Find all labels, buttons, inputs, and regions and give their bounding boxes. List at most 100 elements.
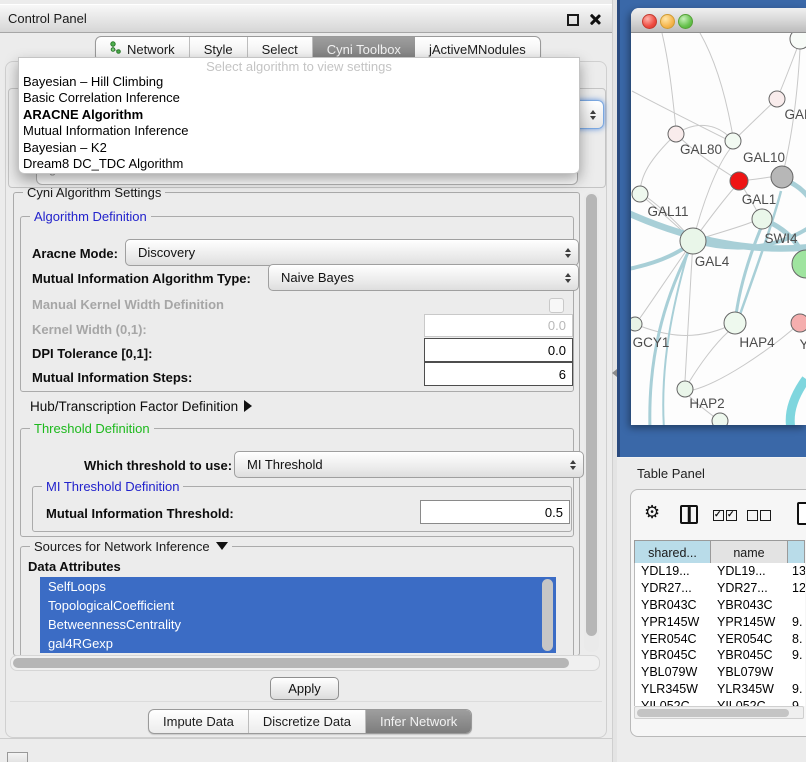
table-window: ⚙ shared...name YDL19...YDL19...13YDR27.… xyxy=(630,489,806,737)
minimize-traffic-light-icon[interactable] xyxy=(660,14,675,29)
node-swi4[interactable] xyxy=(792,250,806,278)
column-header-name[interactable]: name xyxy=(711,541,788,564)
table-row[interactable]: YLR345WYLR345W9. xyxy=(635,681,805,698)
network-canvas[interactable]: GAL80GAL10GALGAL11GAL1SWI4GAL4GCY1HAP4YH… xyxy=(631,33,806,425)
table-cell: 9. xyxy=(788,615,805,629)
table-row[interactable]: YIL052CYIL052C9 xyxy=(635,697,805,706)
columns-icon[interactable] xyxy=(680,505,698,524)
tab-infer-network[interactable]: Infer Network xyxy=(366,710,471,733)
apply-button[interactable]: Apply xyxy=(270,677,339,700)
select-all-icon[interactable] xyxy=(713,510,724,521)
data-attributes-label: Data Attributes xyxy=(28,559,121,574)
node-green-top[interactable] xyxy=(725,133,741,149)
list-scrollbar[interactable] xyxy=(542,579,553,651)
node-hap2[interactable] xyxy=(677,381,693,397)
mi-threshold-group-title: MI Threshold Definition xyxy=(42,479,183,494)
list-item-topologicalcoefficient[interactable]: TopologicalCoefficient xyxy=(40,596,556,615)
node-label-gal4: GAL4 xyxy=(695,254,730,269)
mi-type-combobox[interactable]: Naive Bayes xyxy=(268,264,579,291)
list-item-selfloops[interactable]: SelfLoops xyxy=(40,577,556,596)
node-label-gcy1: GCY1 xyxy=(633,335,670,350)
column-header-shared[interactable]: shared... xyxy=(635,541,711,564)
deselect-all-icon[interactable] xyxy=(760,510,771,521)
tab-label: Discretize Data xyxy=(263,714,351,729)
table-row[interactable]: YBR043CYBR043C xyxy=(635,597,805,614)
panel-corner-button[interactable] xyxy=(7,752,28,762)
kernel-width-value: 0.0 xyxy=(548,318,566,333)
table-cell: YDL19... xyxy=(711,564,788,578)
table-row[interactable]: YDL19...YDL19...13 xyxy=(635,563,805,580)
table-horizontal-scrollbar[interactable] xyxy=(634,706,804,719)
dropdown-item-dream8-dc-tdc-algorithm[interactable]: Dream8 DC_TDC Algorithm xyxy=(19,156,579,172)
float-panel-icon[interactable] xyxy=(567,14,579,26)
mi-steps-field[interactable]: 6 xyxy=(424,362,573,386)
node-gal4[interactable] xyxy=(680,228,706,254)
zoom-traffic-light-icon[interactable] xyxy=(678,14,693,29)
table-row[interactable]: YBL079WYBL079W xyxy=(635,664,805,681)
table-cell: YLR345W xyxy=(635,682,711,696)
table-cell: YPR145W xyxy=(711,615,788,629)
table-row[interactable]: YBR045CYBR045C9. xyxy=(635,647,805,664)
table-header-row: shared...name xyxy=(634,540,805,565)
mi-threshold-field[interactable]: 0.5 xyxy=(420,500,570,524)
dpi-tolerance-field[interactable]: 0.0 xyxy=(424,338,573,362)
node-gal10[interactable] xyxy=(730,172,748,190)
node-gal11[interactable] xyxy=(632,186,648,202)
apply-label: Apply xyxy=(288,681,321,696)
select-all-icon[interactable] xyxy=(726,510,737,521)
node-hap4[interactable] xyxy=(724,312,746,334)
settings-vertical-scrollbar[interactable] xyxy=(584,192,599,652)
dropdown-item-basic-correlation-inference[interactable]: Basic Correlation Inference xyxy=(19,90,579,106)
sources-group-title[interactable]: Sources for Network Inference xyxy=(30,539,232,554)
node-bottom[interactable] xyxy=(712,413,728,425)
node-gcy1[interactable] xyxy=(631,317,642,331)
settings-horizontal-scrollbar[interactable] xyxy=(10,655,600,671)
node-gal80[interactable] xyxy=(668,126,684,142)
dropdown-item-mutual-information-inference[interactable]: Mutual Information Inference xyxy=(19,123,579,139)
network-window-titlebar[interactable] xyxy=(631,8,806,33)
aracne-mode-combobox[interactable]: Discovery xyxy=(125,239,579,266)
deselect-all-icon[interactable] xyxy=(747,510,758,521)
stepper-icon xyxy=(570,460,576,470)
dropdown-item-bayesian-k2[interactable]: Bayesian – K2 xyxy=(19,140,579,156)
list-item-betweennesscentrality[interactable]: BetweennessCentrality xyxy=(40,615,556,634)
close-icon[interactable] xyxy=(589,14,600,25)
tab-label: jActiveMNodules xyxy=(429,42,526,57)
node-top-right[interactable] xyxy=(790,33,806,49)
table-cell: 8. xyxy=(788,632,805,646)
close-traffic-light-icon[interactable] xyxy=(642,14,657,29)
column-header-partial[interactable] xyxy=(788,541,805,564)
node-pink-a[interactable] xyxy=(769,91,785,107)
dropdown-placeholder: Select algorithm to view settings xyxy=(19,59,579,74)
hub-section-toggle[interactable]: Hub/Transcription Factor Definition xyxy=(30,399,252,414)
table-row[interactable]: YPR145WYPR145W9. xyxy=(635,613,805,630)
inner-panel-edge xyxy=(10,701,602,702)
table-panel-title: Table Panel xyxy=(637,466,705,481)
table-cell: YBR045C xyxy=(635,648,711,662)
node-label-swi4: SWI4 xyxy=(764,231,797,246)
panel-title: Control Panel xyxy=(8,11,87,26)
table-row[interactable]: YDR27...YDR27...12 xyxy=(635,580,805,597)
dpi-tolerance-label: DPI Tolerance [0,1]: xyxy=(32,346,152,361)
aracne-mode-label: Aracne Mode: xyxy=(32,246,118,261)
table-cell: YIL052C xyxy=(711,699,788,706)
bottom-tabs: Impute Data Discretize Data Infer Network xyxy=(148,709,472,734)
document-icon[interactable] xyxy=(797,502,806,525)
table-cell: YDL19... xyxy=(635,564,711,578)
table-row[interactable]: YER054CYER054C8. xyxy=(635,630,805,647)
node-gray[interactable] xyxy=(771,166,793,188)
table-cell: YDR27... xyxy=(635,581,711,595)
dropdown-item-bayesian-hill-climbing[interactable]: Bayesian – Hill Climbing xyxy=(19,74,579,90)
threshold-definition-title: Threshold Definition xyxy=(30,421,154,436)
node-pink-b[interactable] xyxy=(791,314,806,332)
tab-impute-data[interactable]: Impute Data xyxy=(149,710,249,733)
list-item-gal4rgexp[interactable]: gal4RGexp xyxy=(40,634,556,653)
dropdown-item-aracne-algorithm[interactable]: ARACNE Algorithm xyxy=(19,107,579,123)
gear-icon[interactable]: ⚙ xyxy=(644,503,660,521)
tab-discretize-data[interactable]: Discretize Data xyxy=(249,710,366,733)
which-threshold-combobox[interactable]: MI Threshold xyxy=(234,451,584,478)
dropdown-items: Bayesian – Hill ClimbingBasic Correlatio… xyxy=(19,74,579,172)
node-gal1[interactable] xyxy=(752,209,772,229)
kernel-width-field[interactable]: 0.0 xyxy=(424,314,573,337)
manual-kernel-checkbox[interactable] xyxy=(549,298,564,313)
